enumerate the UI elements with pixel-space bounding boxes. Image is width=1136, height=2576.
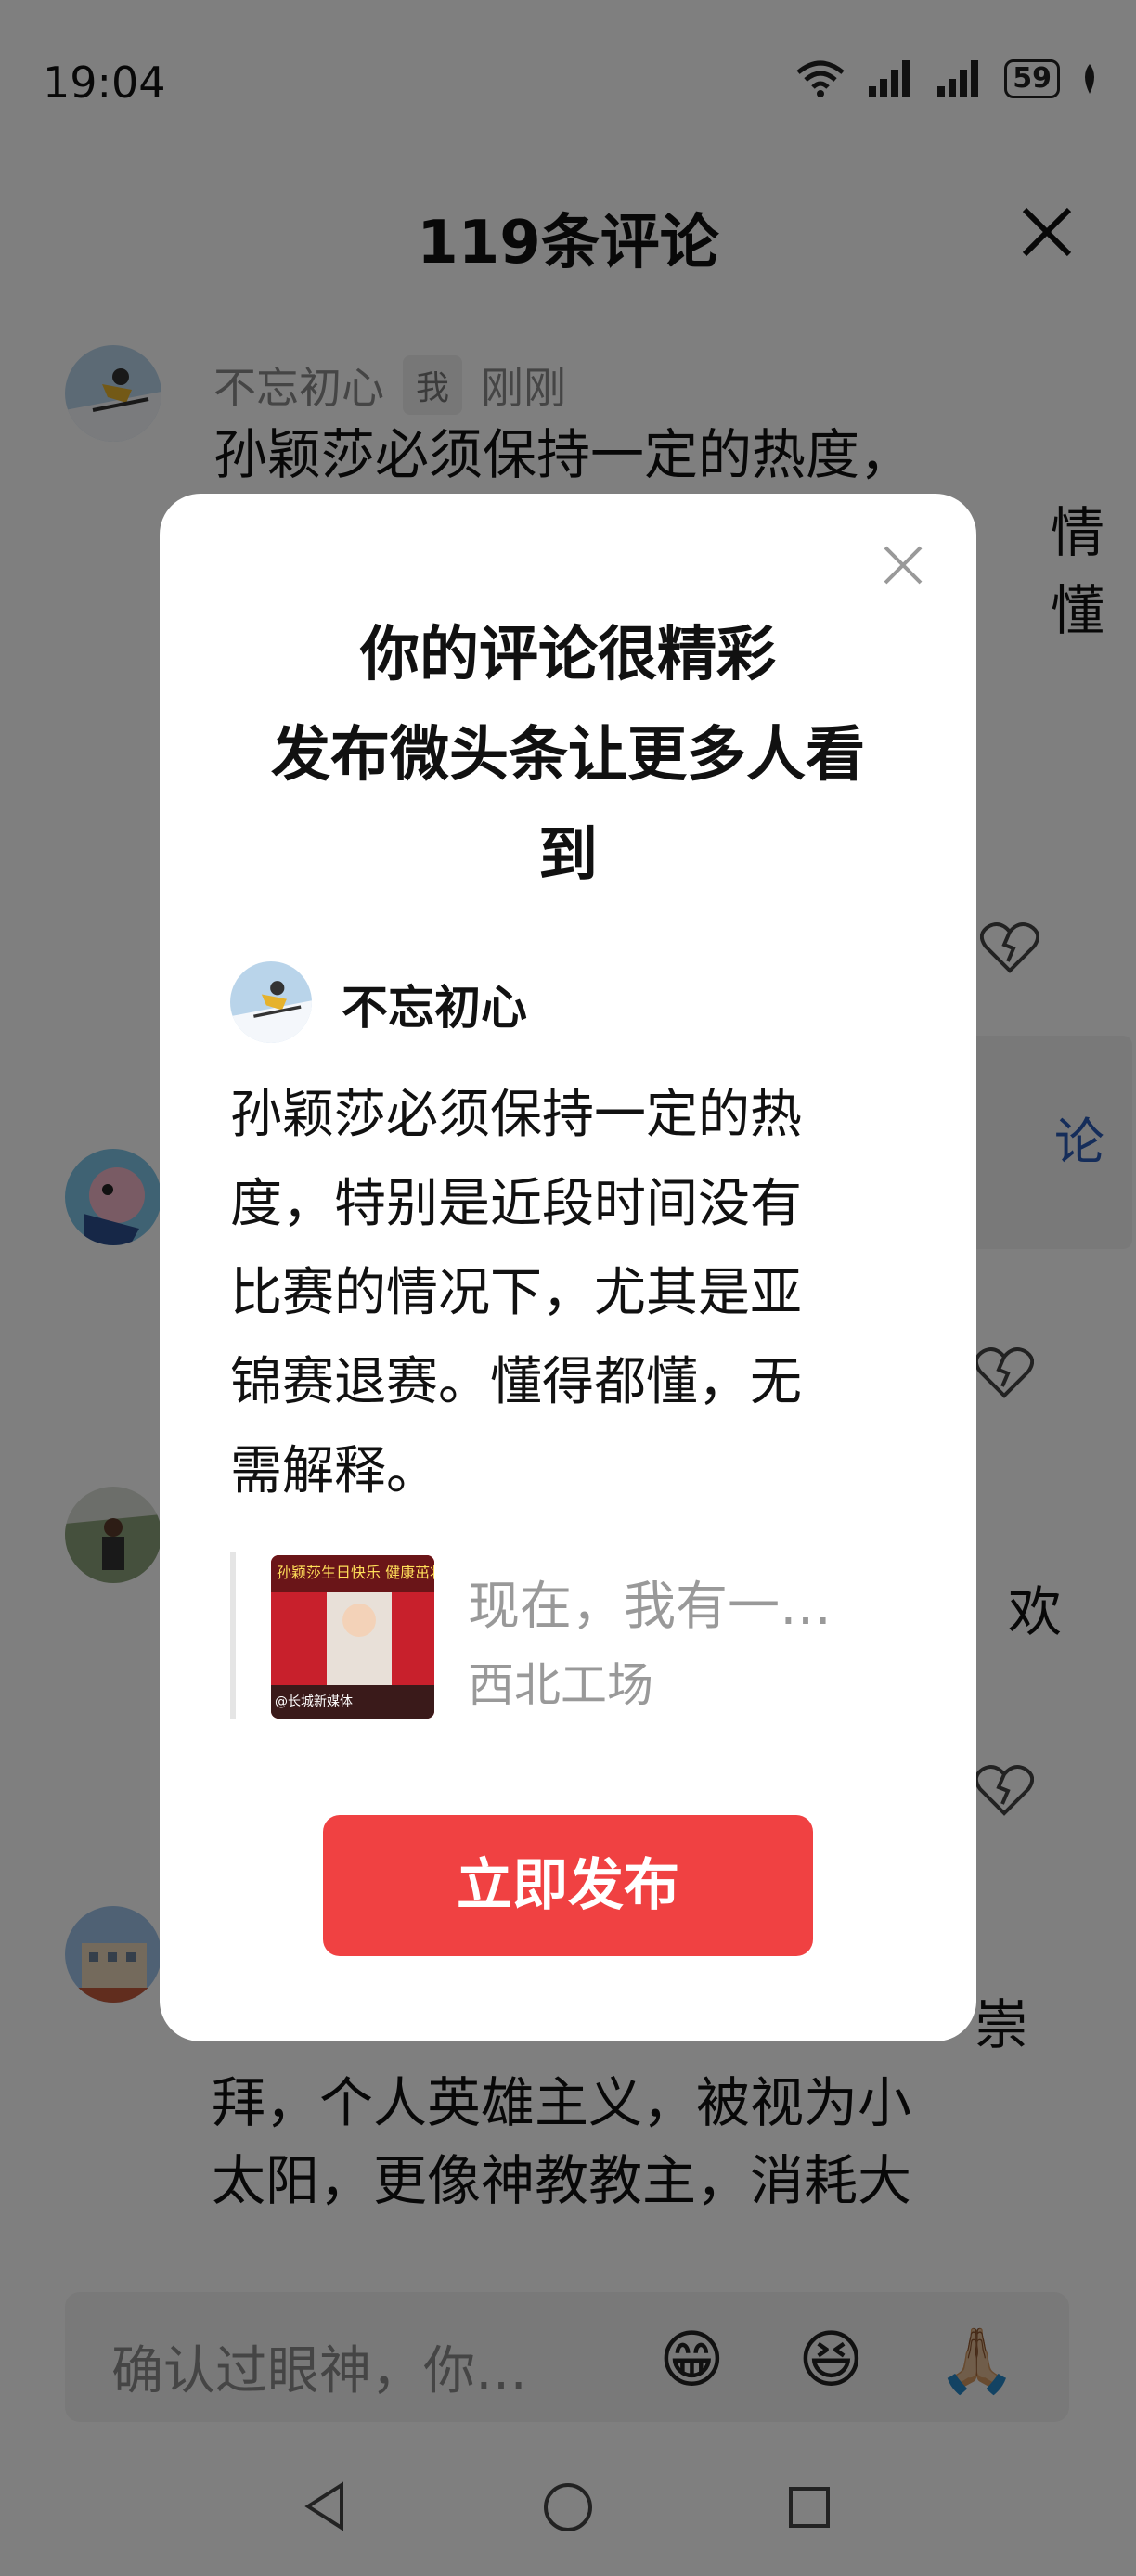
publish-dialog: 你的评论很精彩 发布微头条让更多人看 到 不忘初心 孙颖莎必须保持一定的热 度，… (160, 494, 976, 2041)
dialog-title-line: 发布微头条让更多人看 (271, 721, 865, 790)
close-icon[interactable] (882, 544, 924, 586)
avatar (230, 961, 312, 1043)
dialog-comment-line: 锦赛退赛。懂得都懂，无 (230, 1352, 802, 1412)
dialog-comment-line: 比赛的情况下，尤其是亚 (230, 1263, 802, 1323)
thumbnail-tag: @长城新媒体 (275, 1694, 353, 1709)
dialog-comment-line: 度，特别是近段时间没有 (230, 1174, 802, 1234)
quoted-article[interactable]: 孙颖莎生日快乐 健康茁壮 @长城新媒体 现在，我有一… 西北工场 (230, 1552, 898, 1719)
dialog-title-line: 你的评论很精彩 (360, 621, 776, 689)
quoted-article-source: 西北工场 (468, 1658, 653, 1712)
dialog-username: 不忘初心 (342, 981, 527, 1035)
dialog-title-line: 到 (538, 821, 598, 890)
quoted-article-title: 现在，我有一… (468, 1577, 832, 1637)
article-thumbnail: 孙颖莎生日快乐 健康茁壮 @长城新媒体 (271, 1555, 434, 1719)
publish-button[interactable]: 立即发布 (323, 1815, 813, 1956)
dialog-comment-line: 需解释。 (230, 1441, 438, 1501)
dialog-comment-line: 孙颖莎必须保持一定的热 (230, 1085, 802, 1145)
dialog-title: 你的评论很精彩 发布微头条让更多人看 到 (234, 605, 902, 906)
dialog-comment-text: 孙颖莎必须保持一定的热 度，特别是近段时间没有 比赛的情况下，尤其是亚 锦赛退赛… (230, 1071, 880, 1516)
thumbnail-caption: 孙颖莎生日快乐 健康茁壮 (277, 1564, 434, 1581)
